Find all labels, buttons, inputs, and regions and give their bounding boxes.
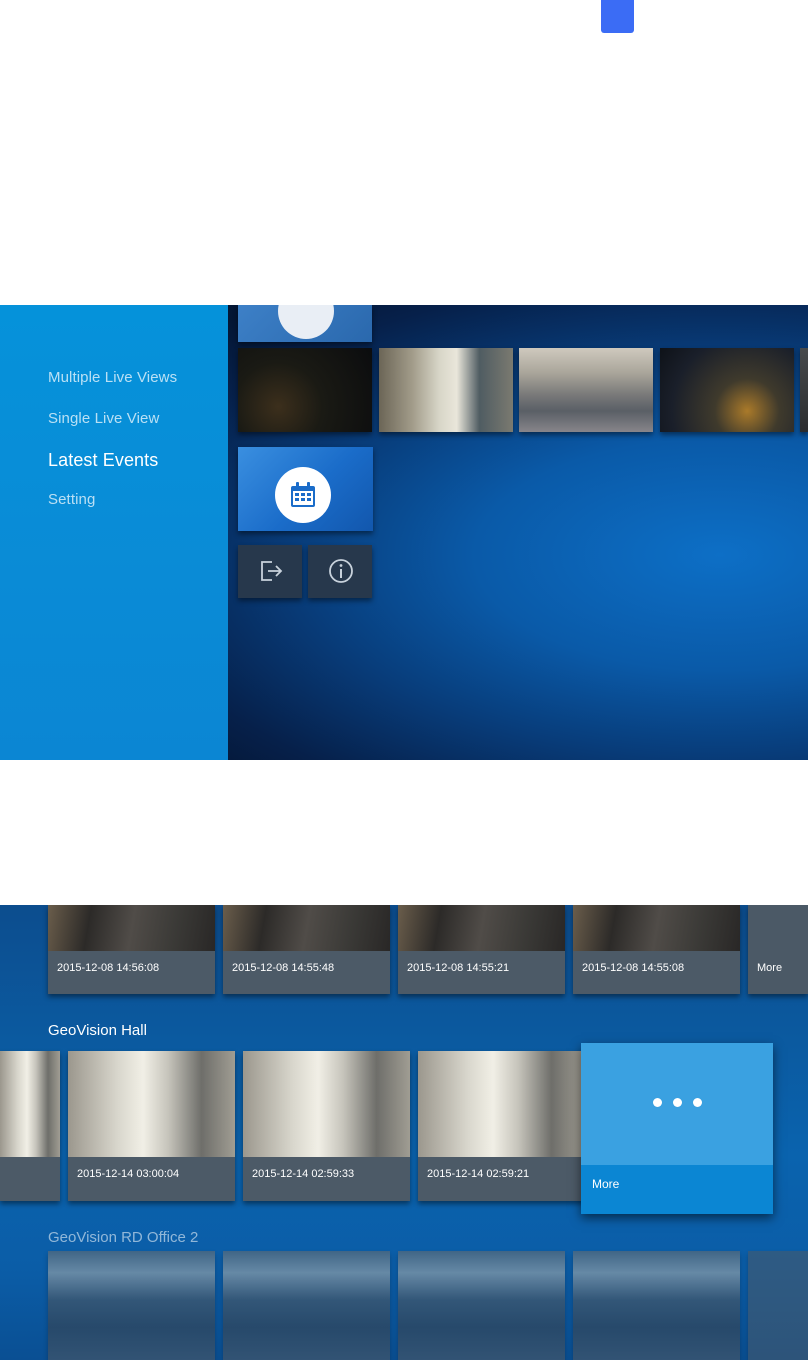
more-button[interactable]: More bbox=[581, 1043, 773, 1214]
event-timestamp: 2015-12-08 14:55:08 bbox=[582, 962, 685, 974]
event-card[interactable]: 2015-12-08 14:55:21 bbox=[398, 905, 565, 994]
event-timestamp: 2015-12-08 14:55:21 bbox=[407, 962, 510, 974]
menu-item-multiple-live-views[interactable]: Multiple Live Views bbox=[48, 369, 177, 386]
event-timestamp: 2015-12-14 02:59:33 bbox=[252, 1168, 355, 1180]
menu-item-setting[interactable]: Setting bbox=[48, 491, 95, 508]
info-button[interactable] bbox=[308, 545, 372, 598]
latest-events-tile[interactable] bbox=[238, 447, 373, 531]
sidebar: Multiple Live Views Single Live View Lat… bbox=[0, 305, 228, 760]
event-card-partial[interactable] bbox=[0, 1051, 60, 1201]
more-dots-icon bbox=[653, 1098, 703, 1110]
more-label: More bbox=[592, 1177, 620, 1191]
event-card[interactable] bbox=[398, 1251, 565, 1360]
camera-thumbnail[interactable] bbox=[238, 348, 372, 432]
menu-item-single-live-view[interactable]: Single Live View bbox=[48, 410, 159, 427]
more-card-small[interactable] bbox=[748, 1251, 808, 1360]
event-timestamp: 2015-12-08 14:55:48 bbox=[232, 962, 335, 974]
event-card[interactable] bbox=[223, 1251, 390, 1360]
latest-events-screen: 2015-12-08 14:56:08 2015-12-08 14:55:48 … bbox=[0, 905, 808, 1360]
event-card[interactable]: 2015-12-08 14:55:08 bbox=[573, 905, 740, 994]
event-card[interactable] bbox=[48, 1251, 215, 1360]
row-title-geovision-rd-office-2: GeoVision RD Office 2 bbox=[48, 1229, 199, 1246]
camera-thumbnail[interactable] bbox=[519, 348, 653, 432]
calendar-icon bbox=[291, 482, 315, 507]
row-title-geovision-hall: GeoVision Hall bbox=[48, 1022, 147, 1039]
camera-thumbnail[interactable] bbox=[660, 348, 794, 432]
event-card[interactable]: 2015-12-08 14:56:08 bbox=[48, 905, 215, 994]
event-card[interactable] bbox=[573, 1251, 740, 1360]
more-label: More bbox=[757, 962, 783, 974]
page-marker bbox=[601, 0, 634, 33]
calendar-icon bbox=[278, 305, 334, 339]
camera-thumbnail[interactable] bbox=[379, 348, 513, 432]
main-menu-screen: Multiple Live Views Single Live View Lat… bbox=[0, 305, 808, 760]
events-tile-partial[interactable] bbox=[238, 305, 372, 342]
event-card[interactable]: 2015-12-08 14:55:48 bbox=[223, 905, 390, 994]
event-timestamp: 2015-12-08 14:56:08 bbox=[57, 962, 160, 974]
event-card[interactable]: 2015-12-14 03:00:04 bbox=[68, 1051, 235, 1201]
camera-thumbnail[interactable] bbox=[800, 348, 808, 432]
info-icon bbox=[329, 559, 353, 583]
event-timestamp: 2015-12-14 02:59:21 bbox=[427, 1168, 530, 1180]
event-card[interactable]: 2015-12-14 02:59:33 bbox=[243, 1051, 410, 1201]
menu-item-latest-events[interactable]: Latest Events bbox=[48, 450, 158, 471]
event-timestamp: 2015-12-14 03:00:04 bbox=[77, 1168, 180, 1180]
logout-icon bbox=[261, 561, 283, 581]
event-card[interactable]: 2015-12-14 02:59:21 bbox=[418, 1051, 585, 1201]
logout-button[interactable] bbox=[238, 545, 302, 598]
more-card-small[interactable]: More bbox=[748, 905, 808, 994]
